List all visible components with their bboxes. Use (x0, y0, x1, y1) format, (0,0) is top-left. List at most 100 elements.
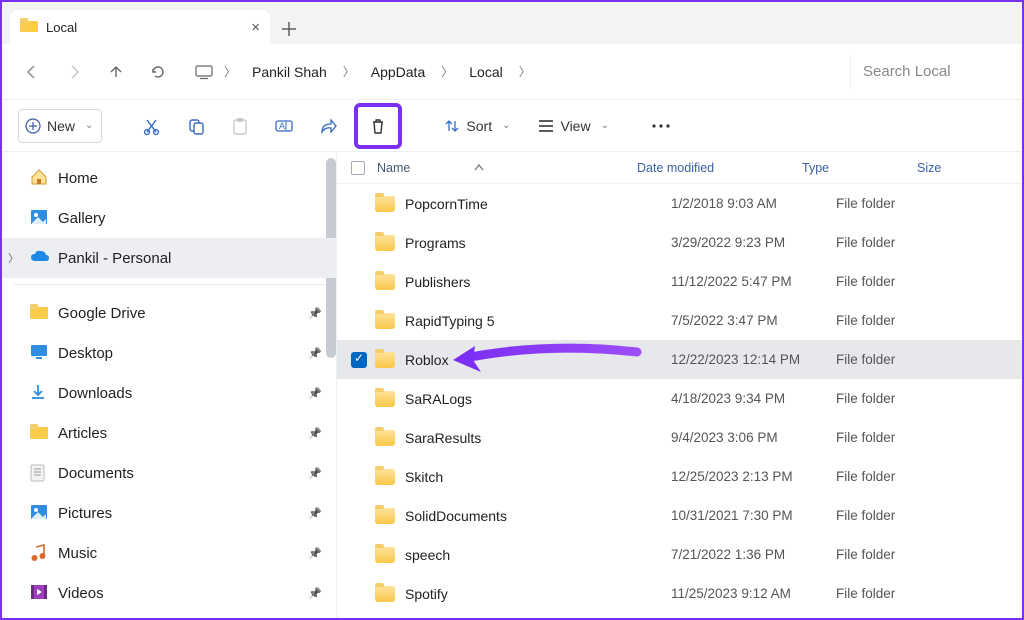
svg-text:A: A (279, 121, 285, 131)
pin-icon: 📌 (308, 427, 322, 440)
tab-bar: Local × (2, 2, 1022, 44)
crumb-2[interactable]: Local (459, 60, 512, 84)
folder-icon (20, 18, 38, 36)
new-button[interactable]: New ⌄ (18, 109, 102, 143)
file-type: File folder (836, 430, 951, 445)
gdrive-icon (30, 304, 48, 322)
folder-icon (375, 391, 395, 407)
file-type: File folder (836, 274, 951, 289)
file-type: File folder (836, 235, 951, 250)
chevron-right-icon[interactable]: 〉 (339, 63, 359, 80)
file-date: 1/2/2018 9:03 AM (671, 196, 836, 211)
sidebar-item-articles[interactable]: Articles📌 (2, 413, 336, 453)
column-name[interactable]: Name (337, 161, 637, 175)
file-date: 3/29/2022 9:23 PM (671, 235, 836, 250)
table-row[interactable]: RapidTyping 57/5/2022 3:47 PMFile folder (337, 301, 1022, 340)
file-date: 7/21/2022 1:36 PM (671, 547, 836, 562)
sidebar-item-music[interactable]: Music📌 (2, 533, 336, 573)
sidebar-item-home[interactable]: Home (2, 158, 336, 198)
desktop-icon (30, 344, 48, 362)
table-row[interactable]: speech7/21/2022 1:36 PMFile folder (337, 535, 1022, 574)
table-row[interactable]: SaRALogs4/18/2023 9:34 PMFile folder (337, 379, 1022, 418)
more-button[interactable] (643, 109, 679, 143)
onedrive-icon (30, 249, 48, 267)
pin-icon: 📌 (308, 507, 322, 520)
select-all-checkbox[interactable] (351, 161, 365, 175)
table-row[interactable]: SaraResults9/4/2023 3:06 PMFile folder (337, 418, 1022, 457)
divider (14, 284, 324, 285)
crumb-1[interactable]: AppData (361, 60, 435, 84)
delete-button[interactable] (360, 109, 396, 143)
sidebar-item-gallery[interactable]: Gallery (2, 198, 336, 238)
view-label: View (560, 118, 590, 134)
forward-button[interactable] (56, 54, 92, 90)
up-button[interactable] (98, 54, 134, 90)
back-button[interactable] (14, 54, 50, 90)
file-name: RapidTyping 5 (405, 313, 671, 329)
chevron-right-icon[interactable]: 〉 (220, 63, 240, 80)
sidebar-item-label: Gallery (58, 210, 106, 227)
row-checkbox[interactable] (351, 352, 367, 368)
main-area: Home Gallery 〉Pankil - Personal Google Dri… (2, 152, 1022, 618)
file-type: File folder (836, 586, 951, 601)
refresh-button[interactable] (140, 54, 176, 90)
file-type: File folder (836, 352, 951, 367)
file-date: 7/5/2022 3:47 PM (671, 313, 836, 328)
search-input[interactable]: Search Local (850, 54, 1010, 90)
folder-icon (375, 196, 395, 212)
view-button[interactable]: View ⌄ (528, 109, 618, 143)
table-row[interactable]: Skitch12/25/2023 2:13 PMFile folder (337, 457, 1022, 496)
sort-button[interactable]: Sort ⌄ (434, 109, 520, 143)
table-row[interactable]: Roblox12/22/2023 12:14 PMFile folder (337, 340, 1022, 379)
navigation-pane: Home Gallery 〉Pankil - Personal Google Dri… (2, 152, 337, 618)
chevron-right-icon[interactable]: 〉 (515, 63, 535, 80)
sidebar-item-documents[interactable]: Documents📌 (2, 453, 336, 493)
sidebar-item-onedrive[interactable]: 〉Pankil - Personal (2, 238, 336, 278)
tab-local[interactable]: Local × (10, 10, 270, 44)
copy-button[interactable] (178, 109, 214, 143)
column-type[interactable]: Type (802, 161, 917, 175)
pc-icon[interactable] (190, 54, 218, 90)
sidebar-item-label: Downloads (58, 385, 132, 402)
table-row[interactable]: SolidDocuments10/31/2021 7:30 PMFile fol… (337, 496, 1022, 535)
sidebar-item-pictures[interactable]: Pictures📌 (2, 493, 336, 533)
file-name: Publishers (405, 274, 671, 290)
new-tab-button[interactable] (274, 14, 304, 44)
chevron-down-icon: ⌄ (502, 120, 510, 131)
file-name: SaraResults (405, 430, 671, 446)
table-row[interactable]: Publishers11/12/2022 5:47 PMFile folder (337, 262, 1022, 301)
sidebar-item-downloads[interactable]: Downloads📌 (2, 373, 336, 413)
sidebar-item-desktop[interactable]: Desktop📌 (2, 333, 336, 373)
file-date: 10/31/2021 7:30 PM (671, 508, 836, 523)
column-size[interactable]: Size (917, 161, 967, 175)
folder-icon (375, 430, 395, 446)
crumb-0[interactable]: Pankil Shah (242, 60, 337, 84)
tab-title: Local (46, 20, 77, 35)
chevron-right-icon[interactable]: 〉 (437, 63, 457, 80)
explorer-window: Local × 〉 Pankil Shah 〉 AppData 〉 Local … (0, 0, 1024, 620)
share-button[interactable] (310, 109, 346, 143)
rename-button[interactable]: A (266, 109, 302, 143)
file-type: File folder (836, 313, 951, 328)
paste-button[interactable] (222, 109, 258, 143)
table-row[interactable]: Spotify11/25/2023 9:12 AMFile folder (337, 574, 1022, 613)
sidebar-item-gdrive[interactable]: Google Drive📌 (2, 293, 336, 333)
file-type: File folder (836, 547, 951, 562)
file-list: Name Date modified Type Size PopcornTime… (337, 152, 1022, 618)
file-name: speech (405, 547, 671, 563)
sidebar-item-label: Videos (58, 585, 104, 602)
file-type: File folder (836, 469, 951, 484)
file-date: 12/25/2023 2:13 PM (671, 469, 836, 484)
chevron-right-icon[interactable]: 〉 (8, 250, 19, 266)
articles-icon (30, 424, 48, 442)
folder-icon (375, 586, 395, 602)
table-row[interactable]: PopcornTime1/2/2018 9:03 AMFile folder (337, 184, 1022, 223)
close-icon[interactable]: × (251, 19, 260, 36)
folder-icon (375, 352, 395, 368)
column-date[interactable]: Date modified (637, 161, 802, 175)
sidebar-item-videos[interactable]: Videos📌 (2, 573, 336, 613)
file-type: File folder (836, 196, 951, 211)
file-name: SolidDocuments (405, 508, 671, 524)
table-row[interactable]: Programs3/29/2022 9:23 PMFile folder (337, 223, 1022, 262)
cut-button[interactable] (134, 109, 170, 143)
